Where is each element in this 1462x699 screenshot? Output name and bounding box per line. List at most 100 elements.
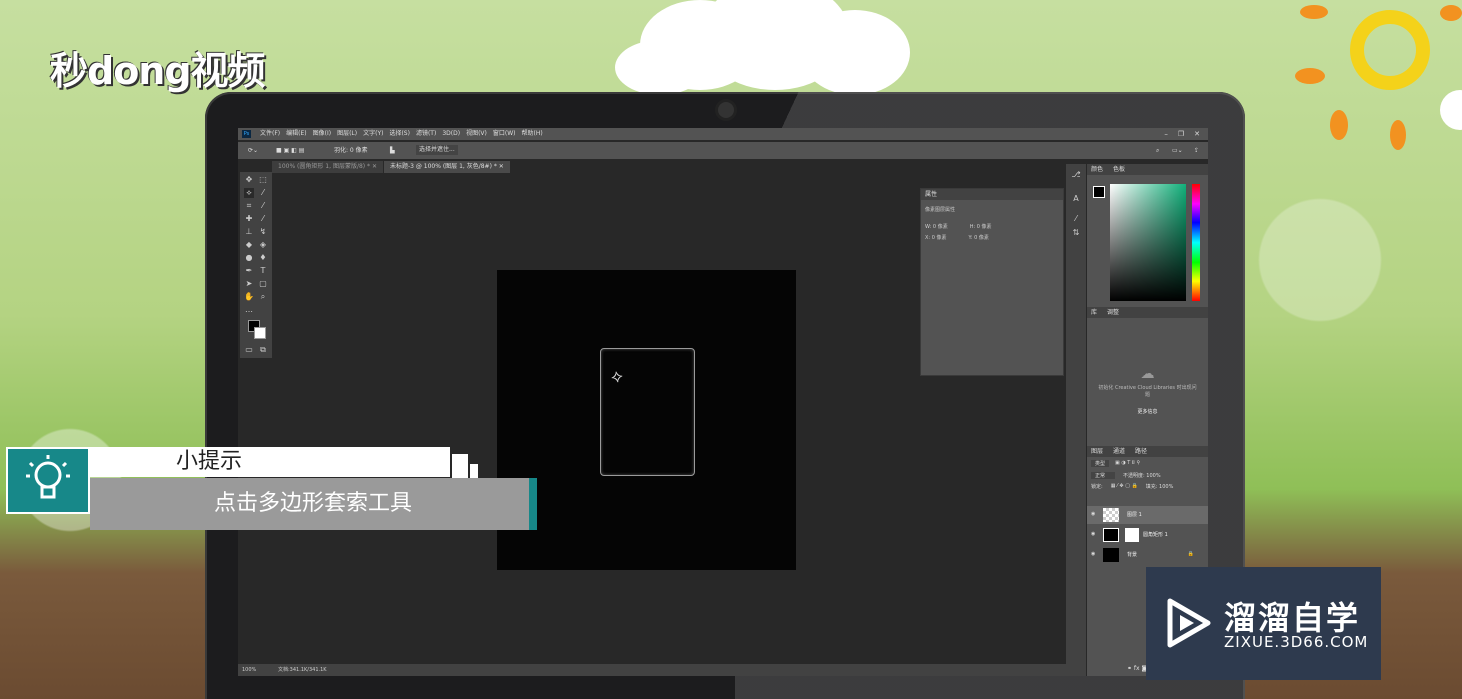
share-icon[interactable]: ⇪ [1194, 142, 1199, 159]
lock-icons[interactable]: ▦ ⁄ ✥ ▢ 🔒 [1111, 483, 1138, 490]
shape-tool-icon[interactable]: ▢ [258, 279, 268, 289]
antialias-icon[interactable]: ▙ [390, 142, 395, 159]
type-tool-icon[interactable]: T [258, 266, 268, 276]
tab-libraries[interactable]: 库 [1091, 307, 1097, 318]
menu-item[interactable]: 视图(V) [466, 128, 487, 140]
window-controls: – ❐ ✕ [1164, 128, 1200, 140]
layer-row[interactable]: ◉ 圆角矩形 1 [1087, 526, 1208, 544]
brush-tool-icon[interactable]: ⁄ [258, 214, 268, 224]
layer-row[interactable]: ◉ 背景 🔒 [1087, 546, 1208, 564]
pen-tool-icon[interactable]: ✒ [244, 266, 254, 276]
photoshop-window: Ps 文件(F) 编辑(E) 图像(I) 图层(L) 文字(Y) 选择(S) 滤镜(T) 3D… [238, 128, 1208, 676]
restore-icon[interactable]: ❐ [1178, 128, 1184, 140]
libraries-panel: 库 调整 ☁ 初始化 Creative Cloud Libraries 时出现问… [1087, 307, 1208, 447]
cloud-icon: ☁ [1140, 366, 1155, 382]
more-info-link[interactable]: 更多信息 [1087, 408, 1208, 415]
more-tools-icon[interactable]: … [244, 305, 254, 315]
eyedropper-tool-icon[interactable]: ⁄ [258, 201, 268, 211]
move-tool-icon[interactable]: ✥ [244, 175, 254, 185]
history-icon[interactable]: ⎇ [1071, 170, 1081, 180]
magic-wand-tool-icon[interactable]: ⁄ [258, 188, 268, 198]
tip-decoration [470, 464, 478, 478]
polygonal-lasso-tool-icon[interactable]: ⟡ [244, 188, 254, 198]
height-field[interactable]: H: 0 像素 [970, 223, 992, 230]
dodge-tool-icon[interactable]: ♦ [258, 253, 268, 263]
properties-header: 属性 [921, 189, 1063, 200]
menu-item[interactable]: 图像(I) [313, 128, 331, 140]
hand-tool-icon[interactable]: ✋ [244, 292, 254, 302]
menu-item[interactable]: 文件(F) [260, 128, 280, 140]
tip-text: 点击多边形套索工具 [90, 478, 537, 530]
menu-item[interactable]: 窗口(W) [493, 128, 516, 140]
layer-mask-thumbnail [1125, 528, 1139, 542]
brush-settings-icon[interactable]: ⁄ [1071, 214, 1081, 224]
layer-name: 图层 1 [1127, 512, 1142, 518]
color-panel-swatch[interactable] [1093, 186, 1105, 198]
status-bar: 100% 文档:341.1K/341.1K [238, 664, 1066, 676]
tab-layers[interactable]: 图层 [1091, 446, 1103, 457]
tab-adjustments[interactable]: 调整 [1107, 307, 1119, 318]
lasso-tool-preset-icon[interactable]: ⟳⌄ [248, 142, 258, 159]
play-logo-icon [1167, 598, 1211, 648]
eraser-tool-icon[interactable]: ◆ [244, 240, 254, 250]
layer-name: 背景 [1127, 552, 1138, 558]
eye-icon[interactable]: ◉ [1091, 511, 1095, 517]
eye-icon[interactable]: ◉ [1091, 551, 1095, 557]
layer-kind-select[interactable]: 类型 [1091, 460, 1110, 467]
fill-field[interactable]: 填充: 100% [1146, 483, 1174, 490]
tab-document-2[interactable]: 未标题-3 @ 100% (图层 1, 灰色/8#) * ✕ [383, 161, 510, 173]
adjust-icon[interactable]: ⇅ [1071, 228, 1081, 238]
feather-field[interactable]: 羽化: 0 像素 [334, 142, 368, 159]
marquee-tool-icon[interactable]: ⬚ [258, 175, 268, 185]
tab-label: 100% (圆角矩形 1, 图层蒙版/8) * [278, 163, 371, 170]
filter-icons[interactable]: ▣ ◑ T ⌷ ⚲ [1115, 460, 1140, 467]
layer-thumbnail [1103, 548, 1119, 562]
tab-document-1[interactable]: 100% (圆角矩形 1, 图层蒙版/8) * ✕ [272, 161, 383, 173]
menu-item[interactable]: 文字(Y) [363, 128, 383, 140]
tab-swatches[interactable]: 色板 [1113, 164, 1125, 175]
menu-item[interactable]: 滤镜(T) [416, 128, 436, 140]
tab-color[interactable]: 颜色 [1091, 164, 1103, 175]
hue-slider[interactable] [1192, 184, 1200, 301]
tab-channels[interactable]: 通道 [1113, 446, 1125, 457]
quick-mask-icon[interactable]: ▭ [244, 345, 254, 355]
width-field[interactable]: W: 0 像素 [925, 223, 948, 230]
menu-item[interactable]: 3D(D) [442, 128, 460, 140]
background-color-swatch[interactable] [254, 327, 266, 339]
libraries-tabs: 库 调整 [1087, 307, 1208, 318]
cloud [1440, 90, 1462, 130]
tab-paths[interactable]: 路径 [1135, 446, 1147, 457]
color-picker-field[interactable] [1110, 184, 1186, 301]
clone-stamp-tool-icon[interactable]: ⊥ [244, 227, 254, 237]
search-icon[interactable]: ⌕ [1156, 142, 1159, 159]
zoom-tool-icon[interactable]: ⌕ [258, 292, 268, 302]
healing-brush-tool-icon[interactable]: ✚ [244, 214, 254, 224]
properties-pos-row: X: 0 像素 Y: 0 像素 [921, 232, 1063, 243]
properties-subtitle: 像素图层属性 [925, 207, 956, 213]
crop-tool-icon[interactable]: ⌗ [244, 201, 254, 211]
brand-logo-top: 秒dong视频 [50, 49, 266, 93]
history-brush-tool-icon[interactable]: ↯ [258, 227, 268, 237]
select-and-mask-button[interactable]: 选择并遮住... [416, 145, 458, 155]
menu-item[interactable]: 帮助(H) [522, 128, 543, 140]
menu-item[interactable]: 图层(L) [337, 128, 357, 140]
minimize-icon[interactable]: – [1164, 128, 1168, 140]
y-field[interactable]: Y: 0 像素 [968, 234, 988, 241]
screen-mode-icon[interactable]: ⧉ [258, 345, 268, 355]
menu-item[interactable]: 编辑(E) [286, 128, 306, 140]
menu-item[interactable]: 选择(S) [389, 128, 410, 140]
cloud [800, 10, 910, 95]
blur-tool-icon[interactable]: ● [244, 253, 254, 263]
cloud [615, 40, 705, 95]
blend-mode-select[interactable]: 正常 [1091, 472, 1116, 479]
opacity-field[interactable]: 不透明度: 100% [1123, 472, 1161, 479]
close-icon[interactable]: ✕ [1194, 128, 1200, 140]
workspace-icon[interactable]: ▭⌄ [1172, 142, 1183, 159]
selection-mode-icons[interactable]: ■ ▣ ◧ ▤ [276, 142, 304, 159]
character-icon[interactable]: A [1071, 194, 1081, 204]
layer-row[interactable]: ◉ 图层 1 [1087, 506, 1208, 524]
x-field[interactable]: X: 0 像素 [925, 234, 946, 241]
eye-icon[interactable]: ◉ [1091, 531, 1095, 537]
paint-bucket-tool-icon[interactable]: ◈ [258, 240, 268, 250]
path-selection-tool-icon[interactable]: ➤ [244, 279, 254, 289]
